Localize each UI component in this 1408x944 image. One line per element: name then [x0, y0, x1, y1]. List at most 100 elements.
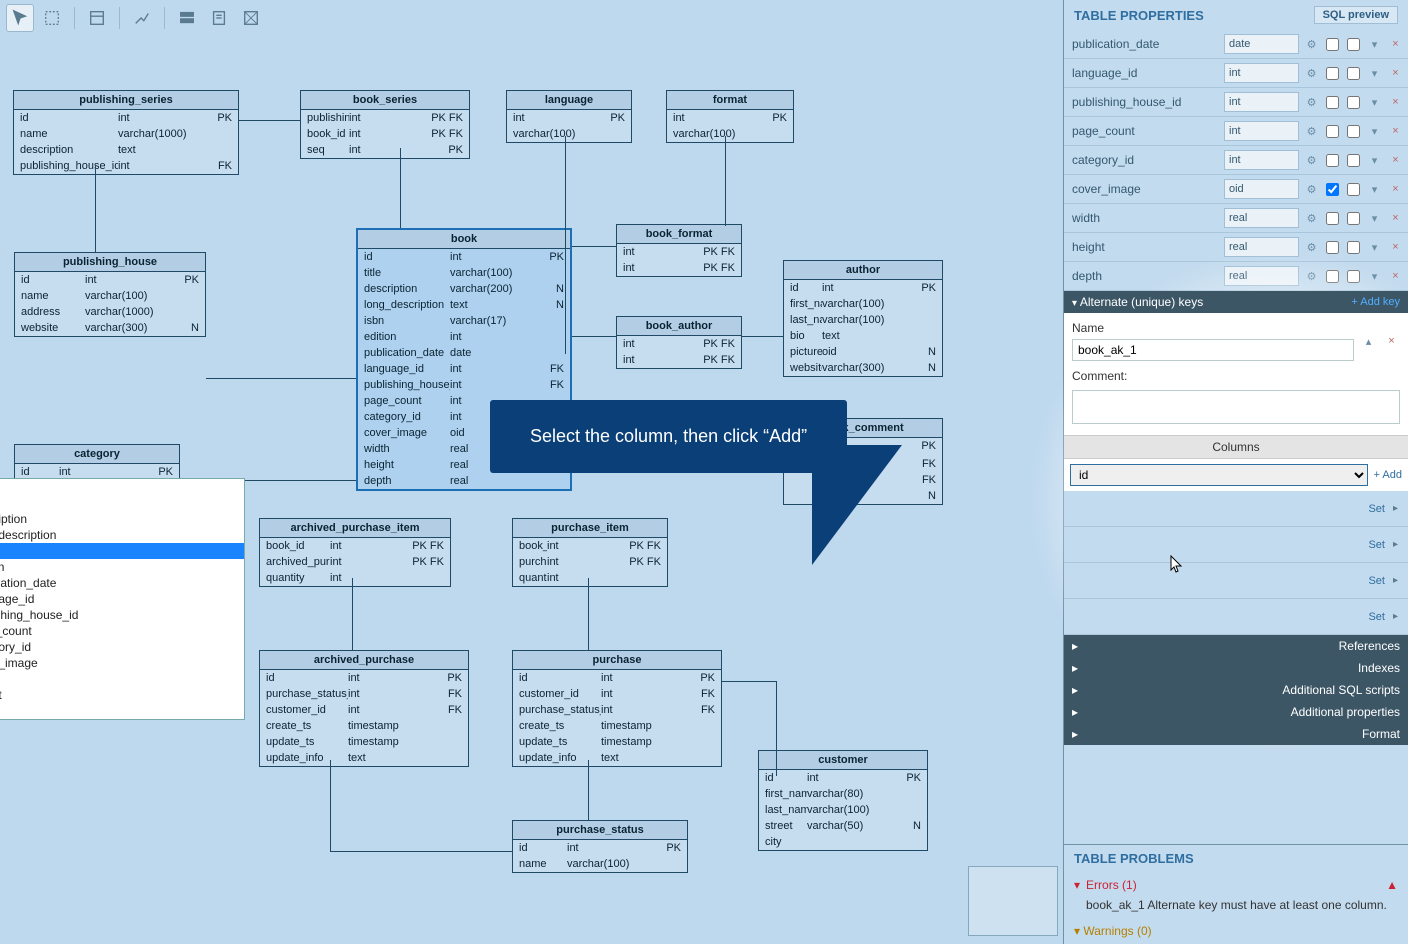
section-references[interactable]: ▸ References — [1064, 635, 1408, 657]
entity-column[interactable]: namvarchar(100) — [507, 126, 631, 142]
entity-column[interactable]: publishing_house_idintFK — [358, 377, 570, 393]
entity-column[interactable]: book_idintPK FK — [301, 126, 469, 142]
entity-format[interactable]: formatidintPKnamevarchar(100) — [666, 90, 794, 143]
prop-type-input[interactable] — [1224, 34, 1299, 54]
entity-column[interactable]: long_descriptiontextN — [358, 297, 570, 313]
entity-column[interactable]: titlevarchar(100) — [358, 265, 570, 281]
prop-nn-checkbox[interactable] — [1324, 65, 1341, 82]
entity-column[interactable]: archived_purchase_idintPK FK — [260, 554, 450, 570]
prop-delete-icon[interactable]: × — [1387, 94, 1404, 111]
prop-nn-checkbox[interactable] — [1324, 268, 1341, 285]
prop-pk-checkbox[interactable] — [1345, 123, 1362, 140]
prop-move-icon[interactable]: ▾ — [1366, 152, 1383, 169]
dropdown-option[interactable]: edition — [0, 559, 244, 575]
entity-column[interactable]: last_namevarchar(100) — [759, 802, 927, 818]
entity-column[interactable]: update_tstimestamp — [260, 734, 468, 750]
tool-view[interactable] — [173, 4, 201, 32]
dropdown-option[interactable]: width — [0, 671, 244, 687]
entity-column[interactable]: book_idintPK FK — [513, 538, 667, 554]
gear-icon[interactable]: ⚙ — [1303, 152, 1320, 169]
entity-column[interactable]: update_infotext — [260, 750, 468, 766]
gear-icon[interactable]: ⚙ — [1303, 94, 1320, 111]
tool-area[interactable] — [237, 4, 265, 32]
tool-table[interactable] — [83, 4, 111, 32]
entity-column[interactable]: create_tstimestamp — [513, 718, 721, 734]
prop-pk-checkbox[interactable] — [1345, 181, 1362, 198]
entity-column[interactable]: websitevarchar(300)N — [15, 320, 205, 336]
entity-purchase[interactable]: purchaseidintPKcustomer_idintFKpurchase_… — [512, 650, 722, 767]
entity-column[interactable]: publishing_house_idintFK — [14, 158, 238, 174]
ak-comment-input[interactable] — [1072, 390, 1400, 424]
prop-pk-checkbox[interactable] — [1345, 65, 1362, 82]
entity-column[interactable]: idintPK — [759, 770, 927, 786]
entity-column[interactable]: first_namevarchar(80) — [759, 786, 927, 802]
chevron-icon[interactable]: ▸ — [1393, 575, 1398, 586]
gear-icon[interactable]: ⚙ — [1303, 65, 1320, 82]
errors-toggle[interactable]: ▾ Errors (1) ▲ — [1064, 872, 1408, 898]
entity-book_series[interactable]: book_seriespublishing_series_idintPK FKb… — [300, 90, 470, 159]
prop-move-icon[interactable]: ▾ — [1366, 181, 1383, 198]
dropdown-option[interactable]: cover_image — [0, 655, 244, 671]
tool-pointer[interactable] — [6, 4, 34, 32]
dropdown-option[interactable]: page_count — [0, 623, 244, 639]
dropdown-option[interactable]: isbn — [0, 543, 244, 559]
entity-column[interactable]: language_idintFK — [358, 361, 570, 377]
prop-delete-icon[interactable]: × — [1387, 36, 1404, 53]
column-dropdown[interactable]: idtitledescriptionlong_descriptionisbned… — [0, 478, 245, 720]
entity-column[interactable]: quantityint — [513, 570, 667, 586]
chevron-icon[interactable]: ▸ — [1393, 611, 1398, 622]
entity-column[interactable]: addressvarchar(1000) — [15, 304, 205, 320]
section-indexes[interactable]: ▸ Indexes — [1064, 657, 1408, 679]
entity-column[interactable]: purchase_status_idintFK — [260, 686, 468, 702]
dropdown-option[interactable]: long_description — [0, 527, 244, 543]
entity-column[interactable]: descriptionvarchar(200)N — [358, 281, 570, 297]
dropdown-option[interactable]: publication_date — [0, 575, 244, 591]
ak-collapse-icon[interactable]: ▴ — [1360, 333, 1377, 350]
prop-delete-icon[interactable]: × — [1387, 181, 1404, 198]
warnings-toggle[interactable]: ▾ Warnings (0) — [1064, 918, 1408, 944]
prop-type-input[interactable] — [1224, 179, 1299, 199]
entity-column[interactable]: idintPK — [513, 670, 721, 686]
entity-column[interactable]: namevarchar(1000) — [14, 126, 238, 142]
entity-column[interactable]: format_idintPK FK — [617, 260, 741, 276]
entity-column[interactable]: customer_idintFK — [260, 702, 468, 718]
entity-column[interactable]: idintPK — [513, 840, 687, 856]
entity-column[interactable]: idintPK — [260, 670, 468, 686]
prop-nn-checkbox[interactable] — [1324, 239, 1341, 256]
entity-archived_purchase_item[interactable]: archived_purchase_itembook_idintPK FKarc… — [259, 518, 451, 587]
prop-pk-checkbox[interactable] — [1345, 94, 1362, 111]
entity-column[interactable]: last_namevarchar(100) — [784, 312, 942, 328]
entity-column[interactable]: idintPK — [358, 249, 570, 265]
sql-preview-button[interactable]: SQL preview — [1314, 6, 1398, 24]
entity-column[interactable]: update_infotext — [513, 750, 721, 766]
section-sql-scripts[interactable]: ▸ Additional SQL scripts — [1064, 679, 1408, 701]
entity-column[interactable]: create_tstimestamp — [260, 718, 468, 734]
entity-column[interactable]: websitevarchar(300)N — [784, 360, 942, 376]
set-link[interactable]: Set — [1368, 611, 1385, 623]
prop-type-input[interactable] — [1224, 63, 1299, 83]
section-format[interactable]: ▸ Format — [1064, 723, 1408, 745]
entity-column[interactable]: idintPK — [784, 280, 942, 296]
entity-column[interactable]: descriptiontext — [14, 142, 238, 158]
prop-delete-icon[interactable]: × — [1387, 210, 1404, 227]
prop-type-input[interactable] — [1224, 266, 1299, 286]
entity-purchase_status[interactable]: purchase_statusidintPKnamevarchar(100) — [512, 820, 688, 873]
prop-delete-icon[interactable]: × — [1387, 268, 1404, 285]
entity-column[interactable]: first_namevarchar(100) — [784, 296, 942, 312]
set-link[interactable]: Set — [1368, 503, 1385, 515]
prop-move-icon[interactable]: ▾ — [1366, 65, 1383, 82]
gear-icon[interactable]: ⚙ — [1303, 181, 1320, 198]
entity-column[interactable]: seqintPK — [301, 142, 469, 158]
entity-column[interactable]: namevarchar(100) — [667, 126, 793, 142]
dropdown-option[interactable]: id — [0, 479, 244, 495]
entity-column[interactable]: idintPK — [15, 272, 205, 288]
dropdown-option[interactable]: language_id — [0, 591, 244, 607]
prop-pk-checkbox[interactable] — [1345, 152, 1362, 169]
dropdown-option[interactable]: category_id — [0, 639, 244, 655]
entity-column[interactable]: purchase_idintPK FK — [513, 554, 667, 570]
gear-icon[interactable]: ⚙ — [1303, 36, 1320, 53]
entity-column[interactable]: isbnvarchar(17) — [358, 313, 570, 329]
dropdown-option[interactable]: title — [0, 495, 244, 511]
prop-pk-checkbox[interactable] — [1345, 268, 1362, 285]
section-additional-props[interactable]: ▸ Additional properties — [1064, 701, 1408, 723]
